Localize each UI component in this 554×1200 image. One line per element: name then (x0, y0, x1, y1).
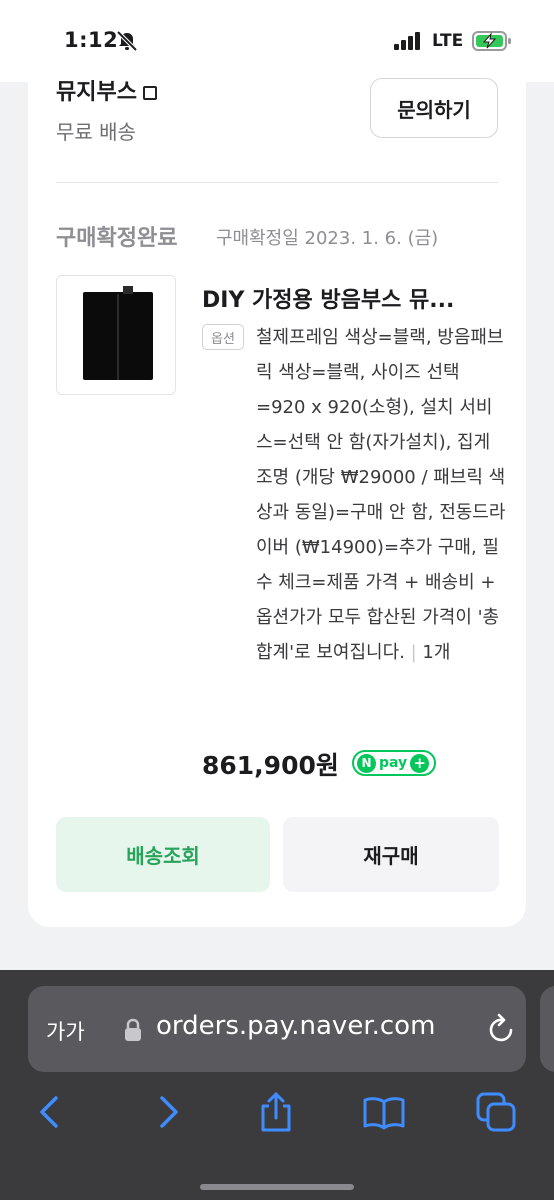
npay-plus-icon: + (410, 753, 430, 773)
booth-edge (117, 294, 119, 380)
store-name[interactable]: 뮤지부스 (56, 74, 157, 106)
lock-icon (125, 1018, 141, 1041)
signal-icon (394, 32, 420, 50)
divider (56, 182, 498, 183)
bookmarks-icon[interactable] (362, 1090, 406, 1134)
order-status: 구매확정완료 (56, 226, 178, 251)
option-text: 철제프레임 색상=블랙, 방음패브릭 색상=블랙, 사이즈 선택=920 x 9… (256, 320, 506, 670)
rebuy-button[interactable]: 재구매 (283, 817, 499, 892)
price: 861,900원 (202, 751, 339, 780)
confirm-date: 구매확정일 2023. 1. 6. (금) (216, 228, 439, 249)
next-tab-peek[interactable] (540, 986, 554, 1072)
home-indicator (200, 1184, 354, 1190)
inquiry-button[interactable]: 문의하기 (370, 78, 498, 138)
back-icon[interactable] (28, 1090, 72, 1134)
text-size-button[interactable]: 가가 (46, 1016, 85, 1046)
network-label: LTE (432, 31, 464, 51)
store-name-label: 뮤지부스 (56, 80, 137, 105)
forward-icon[interactable] (146, 1090, 190, 1134)
store-link-icon (142, 86, 157, 100)
quantity: 1개 (422, 642, 451, 663)
tabs-icon[interactable] (474, 1090, 518, 1134)
product-title[interactable]: DIY 가정용 방음부스 뮤... (202, 282, 454, 314)
safari-toolbar: 가가 orders.pay.naver.com (0, 970, 554, 1200)
order-card: 뮤지부스 무료 배송 문의하기 구매확정완료 구매확정일 2023. 1. 6.… (28, 60, 526, 927)
battery-charging-icon (472, 31, 511, 51)
bell-muted-icon (116, 30, 138, 52)
booth-cap (123, 286, 133, 294)
product-thumbnail[interactable] (56, 275, 176, 395)
npay-plus-badge: N pay + (352, 750, 436, 776)
quantity-separator: | (410, 642, 423, 663)
npay-word: pay (379, 755, 408, 771)
url-text: orders.pay.naver.com (156, 1011, 436, 1041)
share-icon[interactable] (254, 1090, 298, 1134)
option-badge: 옵션 (202, 324, 244, 350)
option-description: 철제프레임 색상=블랙, 방음패브릭 색상=블랙, 사이즈 선택=920 x 9… (256, 327, 506, 663)
status-time: 1:12 (64, 28, 119, 52)
reload-icon[interactable] (486, 1012, 518, 1046)
ship-track-button[interactable]: 배송조회 (56, 817, 270, 892)
npay-n-icon: N (357, 753, 376, 773)
shipping-label: 무료 배송 (56, 120, 136, 144)
address-bar[interactable]: 가가 orders.pay.naver.com (28, 986, 526, 1072)
